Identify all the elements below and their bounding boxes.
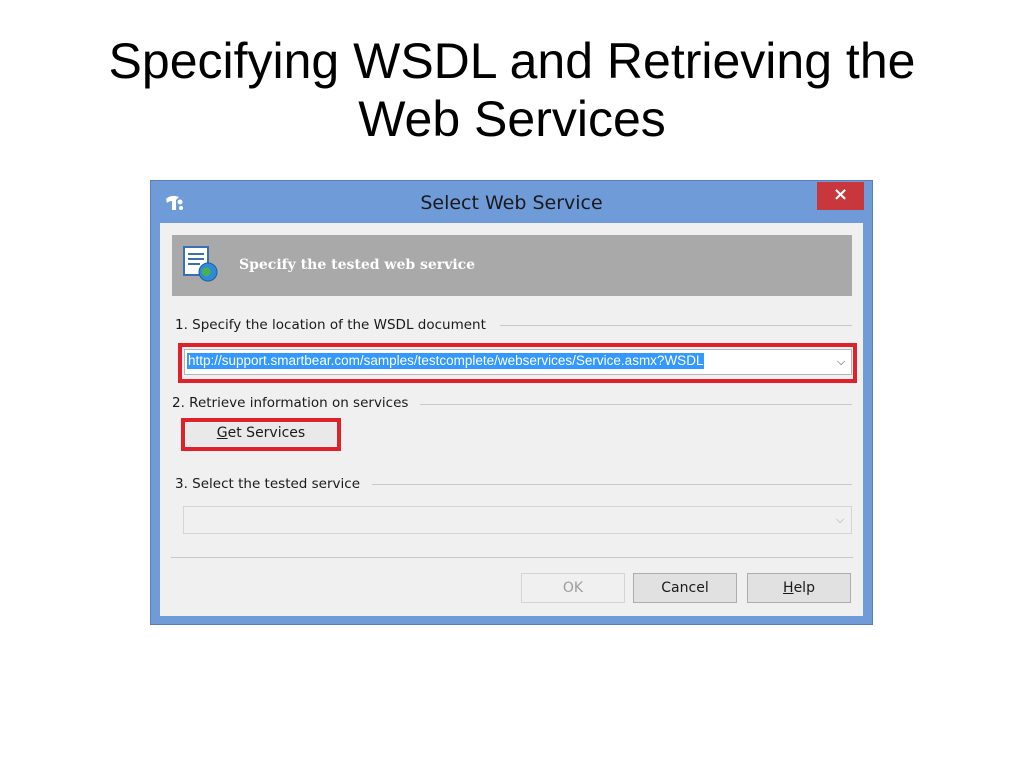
- cancel-button[interactable]: Cancel: [633, 573, 737, 603]
- header-banner: Specify the tested web service: [172, 235, 852, 296]
- help-label: elp: [793, 580, 815, 596]
- step3-label: 3. Select the tested service: [175, 476, 373, 492]
- close-icon: ×: [832, 184, 849, 205]
- step1-divider: [500, 325, 852, 326]
- ok-button: OK: [521, 573, 625, 603]
- chevron-down-icon[interactable]: ⌵: [833, 350, 849, 374]
- step1-label: 1. Specify the location of the WSDL docu…: [175, 317, 498, 333]
- close-button[interactable]: ×: [817, 182, 864, 210]
- slide-title-line-1: Specifying WSDL and Retrieving the: [108, 33, 916, 89]
- tested-service-combobox: ⌵: [183, 506, 852, 534]
- help-button[interactable]: Help: [747, 573, 851, 603]
- dialog-title-bar[interactable]: Select Web Service ×: [151, 181, 872, 223]
- get-services-button[interactable]: Get Services: [186, 423, 336, 446]
- chevron-down-icon: ⌵: [835, 513, 845, 526]
- web-service-document-icon: [183, 246, 218, 282]
- slide-title: Specifying WSDL and Retrieving the Web S…: [0, 32, 1024, 148]
- footer-separator: [171, 557, 853, 558]
- dialog-title: Select Web Service: [420, 192, 603, 214]
- wsdl-location-combobox[interactable]: http://support.smartbear.com/samples/tes…: [184, 349, 852, 375]
- step3-divider: [370, 484, 852, 485]
- get-services-accelerator: G: [216, 425, 228, 441]
- help-accelerator: H: [783, 580, 794, 596]
- get-services-label: et Services: [227, 425, 306, 441]
- step2-label: 2. Retrieve information on services: [172, 395, 421, 411]
- wsdl-location-value[interactable]: http://support.smartbear.com/samples/tes…: [187, 353, 705, 369]
- slide-title-line-2: Web Services: [358, 91, 666, 147]
- step2-divider: [410, 404, 852, 405]
- banner-text: Specify the tested web service: [239, 257, 476, 273]
